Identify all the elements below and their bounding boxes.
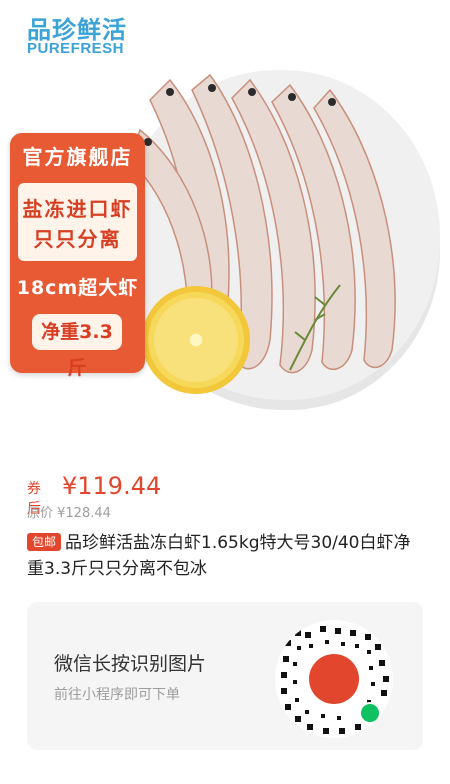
qr-code-icon[interactable]: [275, 620, 393, 738]
badge-store-label: 官方旗舰店: [22, 145, 133, 169]
promo-badge: 官方旗舰店 盐冻进口虾 只只分离 18cm超大虾 净重3.3斤: [10, 133, 145, 379]
badge-size-label: 18cm超大虾: [16, 277, 139, 299]
badge-weight-pill: 净重3.3斤: [32, 314, 122, 379]
pinduoduo-logo-icon: [309, 654, 359, 704]
brand-logo-en: PUREFRESH: [27, 40, 125, 57]
original-price: 原价 ¥128.44: [27, 506, 111, 521]
card-title: 微信长按识别图片: [54, 653, 207, 675]
product-title[interactable]: 包邮 品珍鲜活盐冻白虾1.65kg特大号30/40白虾净重3.3斤只只分离不包冰: [27, 530, 427, 582]
product-title-text: 品珍鲜活盐冻白虾1.65kg特大号30/40白虾净重3.3斤只只分离不包冰: [27, 533, 411, 579]
badge-feature-card: 盐冻进口虾 只只分离: [18, 183, 137, 261]
mini-program-card[interactable]: 微信长按识别图片 前往小程序即可下单: [27, 602, 423, 750]
free-shipping-tag: 包邮: [27, 533, 62, 551]
wechat-mini-program-icon: [359, 702, 381, 724]
badge-feature-line1: 盐冻进口虾: [22, 197, 133, 221]
lemon-slice: [142, 286, 250, 394]
price-value: ¥119.44: [62, 472, 162, 500]
card-subtitle: 前往小程序即可下单: [54, 687, 180, 703]
badge-feature-line2: 只只分离: [33, 227, 122, 251]
product-image: 品珍鲜活 PUREFRESH 官方旗舰店 盐冻进口虾 只只分离 18cm超大虾 …: [0, 0, 450, 440]
